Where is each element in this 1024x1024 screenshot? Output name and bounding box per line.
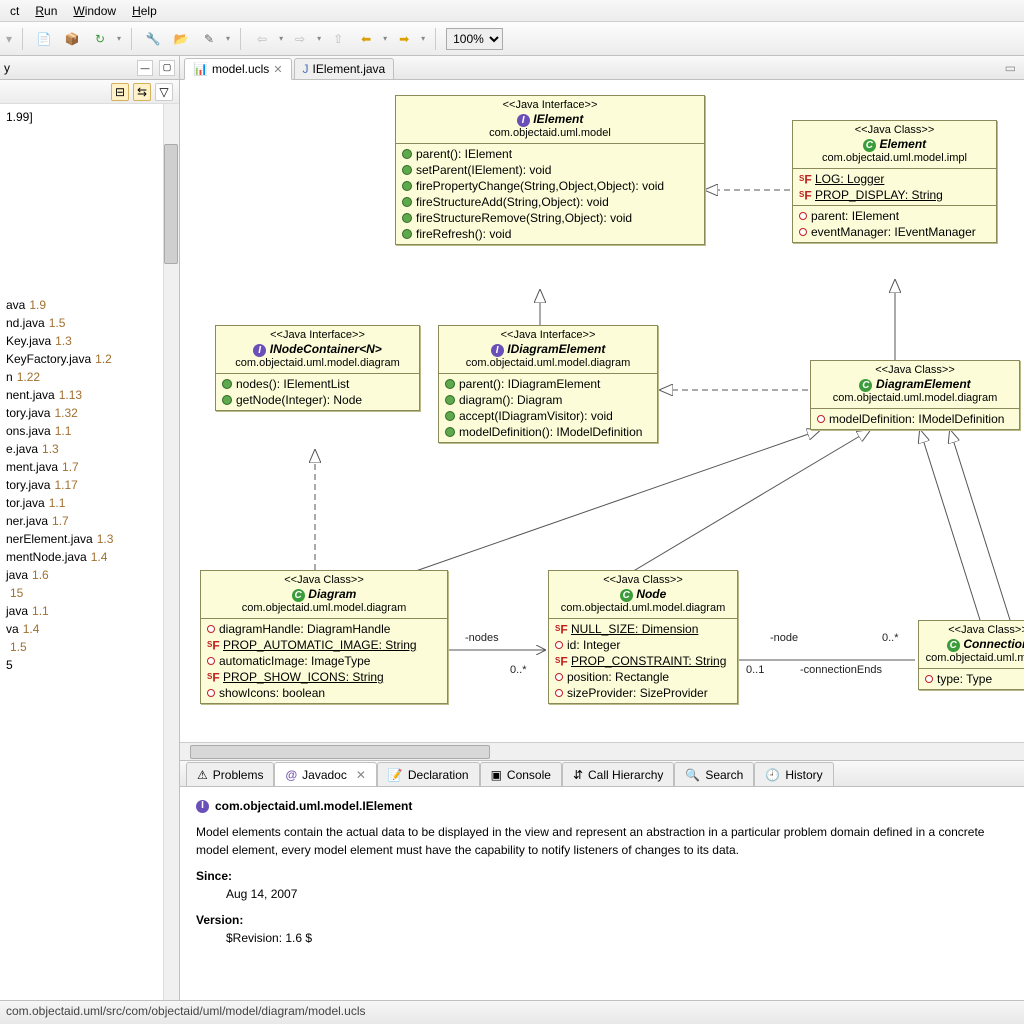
tree-item[interactable]: va1.4 — [0, 620, 177, 638]
uml-element[interactable]: <<Java Class>>C Elementcom.objectaid.uml… — [792, 120, 997, 243]
toolbar-btn-3[interactable]: 🔧 — [142, 28, 164, 50]
tree-item[interactable]: 15 — [0, 584, 177, 602]
tree-scrollbar[interactable] — [163, 104, 179, 1000]
bottom-tabs: ⚠Problems @Javadoc ✕ 📝Declaration ▣Conso… — [180, 761, 1024, 787]
tab-javadoc[interactable]: @Javadoc ✕ — [274, 762, 376, 786]
tree-item[interactable]: 1.5 — [0, 638, 177, 656]
uml-connection[interactable]: <<Java Class>>C Connectioncom.objectaid.… — [918, 620, 1024, 690]
menubar: ct Run Window Help — [0, 0, 1024, 22]
tab-declaration[interactable]: 📝Declaration — [377, 762, 480, 786]
link-editor-icon[interactable]: ⇆ — [133, 83, 151, 101]
tree-item[interactable]: ava1.9 — [0, 296, 177, 314]
console-icon: ▣ — [491, 768, 502, 782]
javadoc-content: Icom.objectaid.uml.model.IElement Model … — [180, 787, 1024, 1000]
tree-item[interactable]: java1.1 — [0, 602, 177, 620]
arrow-right-icon[interactable]: ➡ — [393, 28, 415, 50]
assoc-label-nodes: -nodes — [465, 632, 499, 644]
callh-icon: ⇵ — [573, 768, 583, 782]
tree-item[interactable]: ment.java1.7 — [0, 458, 177, 476]
menu-ct[interactable]: ct — [4, 2, 25, 19]
assoc-label-connends: -connectionEnds — [800, 664, 882, 676]
tree-item[interactable]: 5 — [0, 656, 177, 674]
maximize-icon[interactable]: ▢ — [159, 60, 175, 76]
tree-item[interactable]: nerElement.java1.3 — [0, 530, 177, 548]
java-file-icon: J — [303, 62, 309, 76]
assoc-mult-1: 0..* — [510, 664, 527, 676]
close-icon[interactable]: ✕ — [356, 768, 366, 782]
interface-icon: I — [196, 800, 209, 813]
declaration-icon: 📝 — [388, 768, 403, 782]
history-icon: 🕘 — [765, 768, 780, 782]
javadoc-icon: @ — [285, 768, 297, 782]
search-icon: 🔍 — [685, 768, 700, 782]
tree-item[interactable]: nent.java1.13 — [0, 386, 177, 404]
navigator-tab-label[interactable]: y — [4, 61, 10, 75]
tab-console[interactable]: ▣Console — [480, 762, 562, 786]
uml-diagram-class[interactable]: <<Java Class>>C Diagramcom.objectaid.uml… — [200, 570, 448, 704]
tree-item[interactable]: tor.java1.1 — [0, 494, 177, 512]
tree-item[interactable]: mentNode.java1.4 — [0, 548, 177, 566]
arrow-left-icon[interactable]: ⬅ — [355, 28, 377, 50]
uml-diagramelement[interactable]: <<Java Class>>C DiagramElementcom.object… — [810, 360, 1020, 430]
collapse-all-icon[interactable]: ⊟ — [111, 83, 129, 101]
menu-help[interactable]: Help — [126, 2, 163, 19]
tree-item[interactable]: e.java1.3 — [0, 440, 177, 458]
uml-node[interactable]: <<Java Class>>C Nodecom.objectaid.uml.mo… — [548, 570, 738, 704]
refresh-icon[interactable]: ↻ — [89, 28, 111, 50]
uml-diagram[interactable]: -nodes 0..* -node 0..1 -connectionEnds 0… — [180, 80, 1024, 760]
menu-run[interactable]: Run — [29, 2, 63, 19]
nav-fwd-icon[interactable]: ⇨ — [289, 28, 311, 50]
toolbar-btn-5[interactable]: ✎ — [198, 28, 220, 50]
tree-item[interactable]: tory.java1.32 — [0, 404, 177, 422]
close-icon[interactable]: ✕ — [273, 63, 282, 76]
tab-ielement-java[interactable]: J IElement.java — [294, 58, 395, 80]
nav-up-icon[interactable]: ⇧ — [327, 28, 349, 50]
toolbar: ▾ 📄 📦 ↻▾ 🔧 📂 ✎▾ ⇦▾ ⇨▾ ⇧ ⬅▾ ➡▾ 100% — [0, 22, 1024, 56]
file-tree[interactable]: 1.99] ava1.9nd.java1.5Key.java1.3KeyFact… — [0, 104, 179, 1000]
tab-search[interactable]: 🔍Search — [674, 762, 754, 786]
uml-inodecontainer[interactable]: <<Java Interface>>I INodeContainer<N>com… — [215, 325, 420, 411]
view-menu-icon[interactable]: ▽ — [155, 83, 173, 101]
tab-callhierarchy[interactable]: ⇵Call Hierarchy — [562, 762, 674, 786]
editor-max-icon[interactable]: ▭ — [997, 57, 1024, 79]
toolbar-btn-4[interactable]: 📂 — [170, 28, 192, 50]
nav-back-icon[interactable]: ⇦ — [251, 28, 273, 50]
uml-file-icon: 📊 — [193, 62, 208, 76]
tab-history[interactable]: 🕘History — [754, 762, 833, 786]
assoc-mult-2: 0..1 — [746, 664, 764, 676]
toolbar-btn-2[interactable]: 📦 — [61, 28, 83, 50]
tab-model-ucls[interactable]: 📊 model.ucls ✕ — [184, 58, 292, 80]
problems-icon: ⚠ — [197, 768, 208, 782]
tree-item[interactable]: ons.java1.1 — [0, 422, 177, 440]
navigator-view: y — ▢ ⊟ ⇆ ▽ 1.99] ava1.9nd.java1.5Key.ja… — [0, 56, 180, 1000]
editor-tabs: 📊 model.ucls ✕ J IElement.java ▭ — [180, 56, 1024, 80]
assoc-mult-3: 0..* — [882, 632, 899, 644]
javadoc-body: Model elements contain the actual data t… — [196, 823, 1008, 859]
tree-item[interactable]: java1.6 — [0, 566, 177, 584]
tree-item[interactable]: nd.java1.5 — [0, 314, 177, 332]
menu-window[interactable]: Window — [67, 2, 122, 19]
tree-item[interactable]: ner.java1.7 — [0, 512, 177, 530]
uml-ielement[interactable]: <<Java Interface>>I IElementcom.objectai… — [395, 95, 705, 245]
tree-item[interactable]: n1.22 — [0, 368, 177, 386]
zoom-select[interactable]: 100% — [446, 28, 503, 50]
tree-item[interactable]: tory.java1.17 — [0, 476, 177, 494]
uml-idiagramelement[interactable]: <<Java Interface>>I IDiagramElementcom.o… — [438, 325, 658, 443]
toolbar-btn-1[interactable]: 📄 — [33, 28, 55, 50]
minimize-icon[interactable]: — — [137, 60, 153, 76]
tree-item[interactable]: KeyFactory.java1.2 — [0, 350, 177, 368]
diagram-hscroll[interactable] — [190, 745, 490, 759]
assoc-label-node: -node — [770, 632, 798, 644]
status-bar: com.objectaid.uml/src/com/objectaid/uml/… — [0, 1000, 1024, 1024]
tree-item[interactable]: Key.java1.3 — [0, 332, 177, 350]
tab-problems[interactable]: ⚠Problems — [186, 762, 274, 786]
